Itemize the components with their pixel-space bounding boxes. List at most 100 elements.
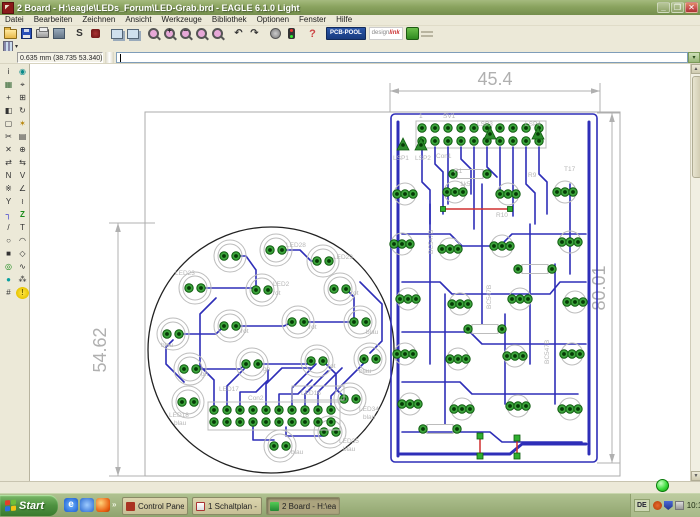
security-shield-icon[interactable] xyxy=(664,501,673,510)
mirror-tool[interactable] xyxy=(2,105,15,117)
wire-tool[interactable] xyxy=(2,222,15,234)
svg-text:blau: blau xyxy=(366,329,379,336)
autorouter-tool[interactable] xyxy=(2,287,15,299)
cam-processor-button[interactable] xyxy=(51,27,66,40)
miter-tool[interactable] xyxy=(16,183,29,195)
rect-tool[interactable] xyxy=(2,248,15,260)
firefox-icon[interactable] xyxy=(96,498,110,512)
eagle-app-icon xyxy=(2,2,14,14)
rotate-tool[interactable] xyxy=(16,105,29,117)
restore-button[interactable]: ❐ xyxy=(671,2,684,13)
print-button[interactable] xyxy=(35,27,50,40)
display-tool[interactable] xyxy=(2,79,15,91)
menu-ansicht[interactable]: Ansicht xyxy=(120,15,156,25)
change-tool[interactable] xyxy=(16,118,29,130)
menu-fenster[interactable]: Fenster xyxy=(294,15,331,25)
quick-launch-overflow[interactable]: » xyxy=(112,500,116,509)
internet-explorer-icon[interactable]: e xyxy=(64,498,78,512)
mark-tool[interactable] xyxy=(16,79,29,91)
scroll-up-button[interactable]: ▲ xyxy=(691,64,700,74)
ratsnest-tool[interactable] xyxy=(16,274,29,286)
errors-tool[interactable] xyxy=(16,287,29,299)
zoom-select-button[interactable] xyxy=(194,27,209,40)
move-tool[interactable] xyxy=(2,92,15,104)
split-tool[interactable] xyxy=(2,196,15,208)
run-ulp-button[interactable] xyxy=(88,27,103,40)
delete-tool[interactable] xyxy=(2,144,15,156)
show-tool[interactable] xyxy=(16,66,29,78)
arc-tool[interactable] xyxy=(16,235,29,247)
svg-text:LSP3: LSP3 xyxy=(477,121,493,128)
circular-board[interactable]: LED28 LED29 LED23 LED2 rot rot blau rot … xyxy=(148,227,394,473)
splitter-handle[interactable] xyxy=(105,52,114,63)
command-history-dropdown[interactable]: ▾ xyxy=(688,52,700,63)
signal-tool[interactable] xyxy=(16,261,29,273)
save-button[interactable] xyxy=(19,27,34,40)
quick-launch-icon[interactable] xyxy=(80,498,94,512)
optimize-tool[interactable] xyxy=(16,196,29,208)
task-board-active[interactable]: 2 Board - H:\eagle\LE... xyxy=(266,497,340,515)
copy-tool[interactable] xyxy=(16,92,29,104)
green-status-dot[interactable] xyxy=(656,479,669,492)
menu-optionen[interactable]: Optionen xyxy=(252,15,294,25)
zoom-out-icon: − xyxy=(180,28,191,39)
hole-tool[interactable] xyxy=(2,274,15,286)
cut-tool[interactable] xyxy=(2,131,15,143)
window-schematic-button[interactable] xyxy=(109,27,124,40)
cam-icon xyxy=(53,28,65,39)
vertical-scrollbar[interactable]: ▲ ▼ xyxy=(690,64,700,481)
zoom-out-button[interactable]: − xyxy=(178,27,193,40)
menu-werkzeuge[interactable]: Werkzeuge xyxy=(157,15,207,25)
pcb-sponsor-logo[interactable] xyxy=(406,27,419,40)
design-link-logo[interactable]: designlink xyxy=(369,27,403,40)
window-board-button[interactable] xyxy=(125,27,140,40)
svg-text:LED17: LED17 xyxy=(219,386,239,393)
language-indicator[interactable]: DE xyxy=(634,499,650,512)
help-button[interactable]: ? xyxy=(305,27,320,40)
ripup-tool[interactable] xyxy=(16,209,29,221)
zoom-fit-button[interactable] xyxy=(146,27,161,40)
smash-tool[interactable] xyxy=(2,183,15,195)
scrollbar-thumb[interactable] xyxy=(692,76,700,178)
task-schematic[interactable]: 1 Schaltplan - H:\eagl... xyxy=(192,497,262,515)
paste-tool[interactable] xyxy=(16,131,29,143)
name-tool[interactable] xyxy=(2,170,15,182)
menu-zeichnen[interactable]: Zeichnen xyxy=(77,15,120,25)
menu-bearbeiten[interactable]: Bearbeiten xyxy=(29,15,78,25)
sponsor-text-lines xyxy=(421,31,433,37)
pcb-pool-logo[interactable]: PCB-POOL xyxy=(326,27,366,40)
zoom-in-button[interactable]: + xyxy=(162,27,177,40)
minimize-button[interactable]: _ xyxy=(657,2,670,13)
script-button[interactable]: S xyxy=(72,27,87,40)
menu-bibliothek[interactable]: Bibliothek xyxy=(207,15,252,25)
route-tool[interactable] xyxy=(2,209,15,221)
zoom-redraw-button[interactable] xyxy=(210,27,225,40)
via-tool[interactable] xyxy=(2,261,15,273)
info-tool[interactable] xyxy=(2,66,15,78)
close-button[interactable]: ✕ xyxy=(685,2,698,13)
pinswap-tool[interactable] xyxy=(2,157,15,169)
go-button[interactable] xyxy=(284,27,299,40)
text-tool[interactable] xyxy=(16,222,29,234)
open-button[interactable] xyxy=(3,27,18,40)
undo-button[interactable]: ↶ xyxy=(231,27,246,40)
menu-datei[interactable]: Datei xyxy=(0,15,29,25)
gateswap-tool[interactable] xyxy=(16,157,29,169)
task-control-panel[interactable]: Control Panel - H:\ea... xyxy=(122,497,188,515)
add-tool[interactable] xyxy=(16,144,29,156)
circle-tool[interactable] xyxy=(2,235,15,247)
value-tool[interactable] xyxy=(16,170,29,182)
ulp-icon xyxy=(91,29,100,38)
board-canvas[interactable]: 45.4 80.01 54.62 xyxy=(30,64,690,481)
scroll-down-button[interactable]: ▼ xyxy=(691,471,700,481)
menu-hilfe[interactable]: Hilfe xyxy=(331,15,357,25)
tray-red-icon[interactable] xyxy=(653,501,662,510)
group-tool[interactable] xyxy=(2,118,15,130)
tray-gray-icon[interactable] xyxy=(675,501,684,510)
redo-button[interactable]: ↷ xyxy=(247,27,262,40)
command-input[interactable] xyxy=(116,52,688,63)
stop-button[interactable] xyxy=(268,27,283,40)
rectangular-board[interactable]: 1 SV1 Con1 R1 1k5 BC547B BC547B BC547B T… xyxy=(390,113,597,462)
start-button[interactable]: Start xyxy=(0,495,58,516)
polygon-tool[interactable] xyxy=(16,248,29,260)
